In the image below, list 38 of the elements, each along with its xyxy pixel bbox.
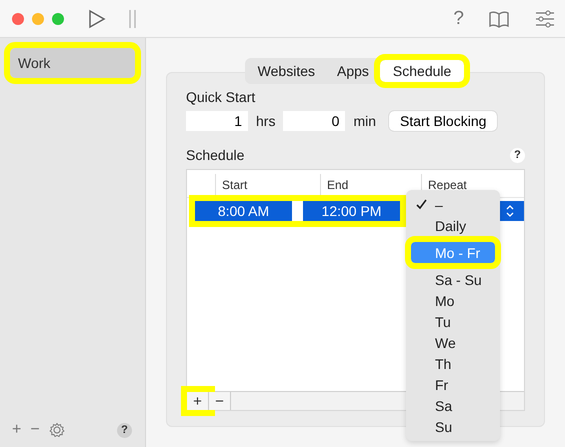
minutes-field[interactable]: 0 — [283, 111, 346, 131]
column-header: Start — [215, 174, 320, 197]
checkmark-icon — [416, 199, 427, 210]
unit-label: hrs — [256, 113, 276, 129]
menu-item[interactable]: Sa - Su — [411, 269, 495, 290]
menu-item[interactable]: Mo — [411, 290, 495, 311]
updown-icon[interactable] — [505, 204, 515, 218]
remove-button[interactable]: − — [209, 392, 231, 410]
add-button[interactable]: + — [12, 421, 22, 439]
tab[interactable]: Schedule — [380, 60, 464, 82]
help-button[interactable]: ? — [453, 8, 464, 30]
hours-field[interactable]: 1 — [186, 111, 248, 131]
sidebar-item[interactable]: Work — [10, 48, 135, 78]
menu-item[interactable]: Fr — [411, 374, 495, 395]
gear-icon[interactable] — [48, 422, 65, 438]
remove-button[interactable]: − — [30, 421, 40, 439]
help-button[interactable]: ? — [510, 148, 525, 162]
zoom-button[interactable] — [52, 12, 64, 24]
time-cell[interactable]: 8:00 AM — [195, 201, 292, 221]
menu-item[interactable]: – — [411, 194, 495, 215]
close-button[interactable] — [12, 12, 24, 24]
help-button[interactable]: ? — [117, 422, 132, 438]
section-label: Quick Start — [186, 89, 256, 105]
section-label: Schedule — [186, 147, 244, 163]
menu-item[interactable]: Sa — [411, 395, 495, 416]
menu-item[interactable]: Daily — [411, 215, 495, 236]
start-blocking-button[interactable]: Start Blocking — [389, 111, 498, 131]
sliders-icon[interactable] — [535, 10, 555, 28]
menu-item[interactable]: We — [411, 332, 495, 353]
play-icon[interactable] — [88, 8, 106, 28]
book-icon[interactable] — [489, 10, 509, 28]
tab[interactable]: Websites — [246, 60, 326, 82]
tab[interactable]: Apps — [326, 60, 380, 82]
unit-label: min — [353, 113, 376, 129]
menu-item[interactable]: Su — [411, 416, 495, 437]
menu-item[interactable]: Tu — [411, 311, 495, 332]
time-cell[interactable]: 12:00 PM — [303, 201, 400, 221]
menu-item[interactable]: Th — [411, 353, 495, 374]
